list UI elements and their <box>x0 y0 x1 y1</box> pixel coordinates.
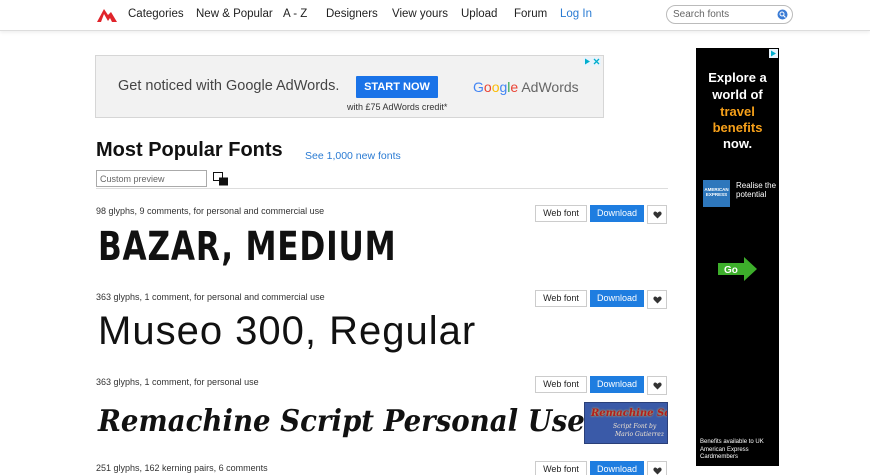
font-sample[interactable]: Museo 300, Regular <box>98 309 476 354</box>
go-arrow-icon[interactable]: Go <box>718 257 758 281</box>
amex-side-ad[interactable]: Explore a world of travel benefits now. … <box>696 48 779 466</box>
favorite-button[interactable] <box>647 461 667 475</box>
font-sample[interactable]: BAZAR, MEDIUM <box>98 224 396 270</box>
nav-view-yours[interactable]: View yours <box>392 8 448 20</box>
side-ad-line: travel <box>720 104 755 119</box>
divider <box>96 188 668 189</box>
web-font-button[interactable]: Web font <box>535 290 587 307</box>
font-thumbnail[interactable]: Remachine Script Script Font by Mario Gu… <box>584 402 668 444</box>
heart-icon <box>653 211 662 219</box>
ad-brand-adwords: AdWords <box>521 79 579 95</box>
nav-categories[interactable]: Categories <box>128 8 184 20</box>
go-label: Go <box>724 265 738 276</box>
search-input[interactable] <box>673 8 773 21</box>
download-button[interactable]: Download <box>590 461 644 475</box>
side-ad-line: world of <box>712 87 763 102</box>
nav-a-z[interactable]: A - Z <box>283 8 307 20</box>
ad-choices-icon[interactable] <box>583 57 601 66</box>
amex-logo: AMERICAN EXPRESS <box>703 180 730 207</box>
heart-icon <box>653 467 662 475</box>
font-meta: 363 glyphs, 1 comment, for personal and … <box>96 292 325 302</box>
font-meta: 363 glyphs, 1 comment, for personal use <box>96 377 259 387</box>
ad-choices-icon[interactable] <box>769 49 778 58</box>
download-button[interactable]: Download <box>590 290 644 307</box>
web-font-button[interactable]: Web font <box>535 461 587 475</box>
favorite-button[interactable] <box>647 376 667 395</box>
site-logo-icon[interactable] <box>95 6 119 24</box>
thumbnail-subtitle: Script Font by <box>613 423 657 430</box>
web-font-button[interactable]: Web font <box>535 205 587 222</box>
custom-preview-input[interactable] <box>96 170 207 187</box>
thumbnail-title: Remachine Script <box>591 408 667 419</box>
side-ad-footer: Benefits available to UK American Expres… <box>700 439 764 460</box>
side-ad-tagline: Realise the potential <box>736 181 777 199</box>
favorite-button[interactable] <box>647 290 667 309</box>
thumbnail-author: Mario Gutierrez <box>615 431 665 438</box>
heart-icon <box>653 296 662 304</box>
page-title: Most Popular Fonts <box>96 139 283 161</box>
ad-headline: Get noticed with Google AdWords. <box>118 78 340 94</box>
download-button[interactable]: Download <box>590 205 644 222</box>
nav-upload[interactable]: Upload <box>461 8 497 20</box>
font-sample[interactable]: Remachine Script Personal Use <box>98 404 585 439</box>
adwords-banner[interactable]: Get noticed with Google AdWords. START N… <box>95 55 604 118</box>
side-ad-line: benefits <box>712 120 763 135</box>
heart-icon <box>653 382 662 390</box>
ad-credit-text: with £75 AdWords credit* <box>347 102 448 112</box>
favorite-button[interactable] <box>647 205 667 224</box>
nav-new-popular[interactable]: New & Popular <box>196 8 273 20</box>
download-button[interactable]: Download <box>590 376 644 393</box>
web-font-button[interactable]: Web font <box>535 376 587 393</box>
side-ad-line: now. <box>722 136 753 151</box>
nav-designers[interactable]: Designers <box>326 8 378 20</box>
search-box <box>666 5 793 24</box>
font-meta: 251 glyphs, 162 kerning pairs, 6 comment… <box>96 463 268 473</box>
font-meta: 98 glyphs, 9 comments, for personal and … <box>96 206 325 216</box>
color-swap-icon[interactable] <box>213 172 229 186</box>
side-ad-line: Explore a <box>708 70 767 85</box>
google-adwords-logo: Google AdWords <box>473 79 579 95</box>
ad-start-now-button[interactable]: START NOW <box>356 76 438 98</box>
search-icon[interactable] <box>777 9 788 20</box>
top-nav: Categories New & Popular A - Z Designers… <box>0 0 870 31</box>
nav-login[interactable]: Log In <box>560 8 592 20</box>
see-new-fonts-link[interactable]: See 1,000 new fonts <box>305 150 401 162</box>
nav-forum[interactable]: Forum <box>514 8 547 20</box>
